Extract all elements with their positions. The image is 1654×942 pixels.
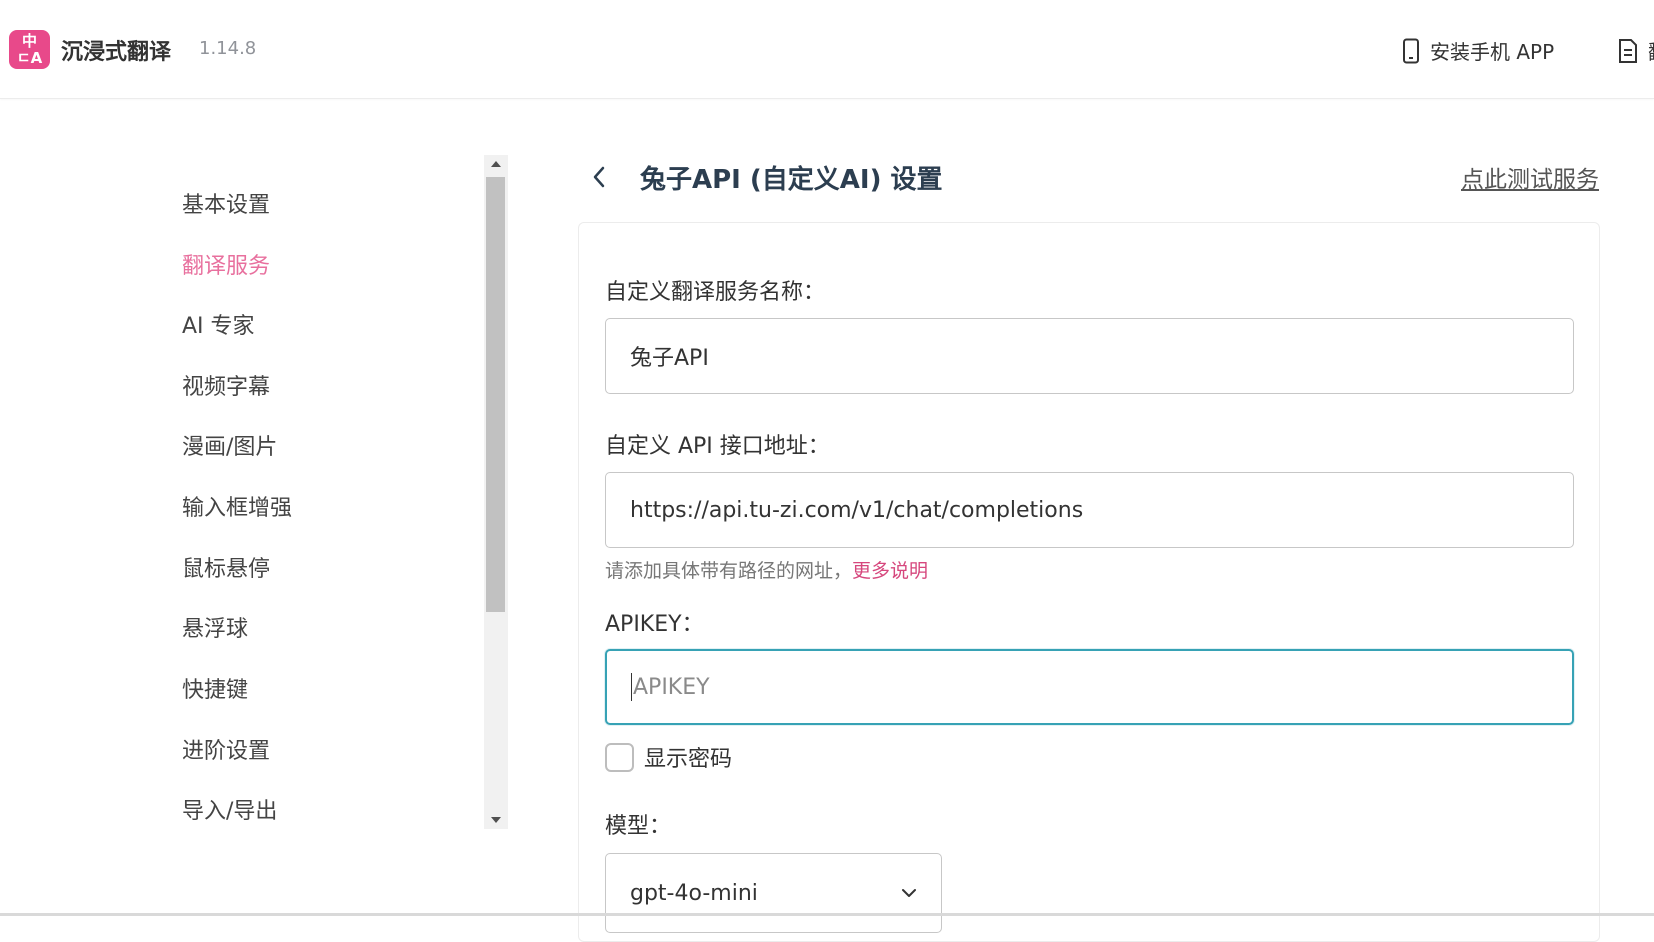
sidebar-scrollbar[interactable]: [484, 155, 508, 829]
text-caret: [631, 673, 632, 701]
service-name-label: 自定义翻译服务名称：: [605, 280, 826, 305]
apikey-placeholder: APIKEY: [633, 674, 710, 700]
api-url-hint: 请添加具体带有路径的网址，更多说明: [605, 556, 928, 583]
top-header: 中 ㄷA 沉浸式翻译 1.14.8 安装手机 APP 翻: [0, 0, 1654, 99]
sidebar-item-video-subtitles[interactable]: 视频字幕: [182, 369, 270, 401]
apikey-input[interactable]: APIKEY: [605, 649, 1574, 725]
sidebar-item-mouse-hover[interactable]: 鼠标悬停: [182, 551, 270, 583]
back-button[interactable]: [587, 162, 611, 192]
logo-text-top: 中: [21, 32, 37, 50]
show-password-checkbox[interactable]: [605, 742, 634, 772]
sidebar-item-floating-ball[interactable]: 悬浮球: [182, 611, 248, 643]
api-url-value: https://api.tu-zi.com/v1/chat/completion…: [630, 497, 1084, 523]
api-url-label: 自定义 API 接口地址：: [605, 434, 830, 459]
show-password-row[interactable]: 显示密码: [605, 741, 732, 773]
sidebar-item-basic-settings[interactable]: 基本设置: [182, 187, 270, 219]
settings-sidebar: 基本设置 翻译服务 AI 专家 视频字幕 漫画/图片 输入框增强 鼠标悬停 悬浮…: [0, 155, 490, 831]
more-info-link[interactable]: 更多说明: [852, 560, 928, 582]
apikey-label: APIKEY：: [605, 612, 704, 637]
phone-icon: [1403, 38, 1419, 63]
chevron-down-icon: [902, 889, 916, 897]
service-name-input[interactable]: 兔子API: [605, 318, 1574, 394]
model-selected-value: gpt-4o-mini: [630, 880, 758, 906]
api-url-hint-text: 请添加具体带有路径的网址，: [605, 560, 853, 582]
install-app-label: 安装手机 APP: [1430, 40, 1555, 64]
sidebar-item-shortcuts[interactable]: 快捷键: [182, 672, 248, 704]
docs-link[interactable]: 翻: [1618, 36, 1654, 65]
chevron-left-icon: [593, 166, 605, 188]
sidebar-item-comics-images[interactable]: 漫画/图片: [182, 429, 277, 461]
app-version: 1.14.8: [199, 38, 257, 59]
docs-link-label: 翻: [1648, 36, 1654, 65]
show-password-label: 显示密码: [644, 747, 733, 772]
page-title: 兔子API (自定义AI) 设置: [640, 165, 943, 195]
app-name[interactable]: 沉浸式翻译: [61, 34, 171, 66]
document-icon: [1619, 38, 1637, 63]
scrollbar-thumb[interactable]: [486, 177, 505, 612]
sidebar-item-ai-expert[interactable]: AI 专家: [182, 308, 255, 340]
app-logo[interactable]: 中 ㄷA: [9, 30, 50, 69]
sidebar-item-translation-service[interactable]: 翻译服务: [182, 248, 270, 280]
install-app-link[interactable]: 安装手机 APP: [1402, 36, 1554, 65]
scroll-down-arrow-icon[interactable]: [484, 811, 508, 829]
model-label: 模型：: [605, 814, 672, 839]
test-service-link[interactable]: 点此测试服务: [1461, 160, 1599, 194]
api-url-input[interactable]: https://api.tu-zi.com/v1/chat/completion…: [605, 472, 1574, 548]
sidebar-item-advanced-settings[interactable]: 进阶设置: [182, 733, 270, 765]
scroll-up-arrow-icon[interactable]: [484, 155, 508, 173]
model-select[interactable]: gpt-4o-mini: [605, 853, 942, 933]
sidebar-item-input-enhance[interactable]: 输入框增强: [182, 490, 292, 522]
service-name-value: 兔子API: [630, 346, 709, 371]
sidebar-item-import-export[interactable]: 导入/导出: [182, 793, 277, 825]
logo-text-bottom: ㄷA: [16, 49, 43, 67]
